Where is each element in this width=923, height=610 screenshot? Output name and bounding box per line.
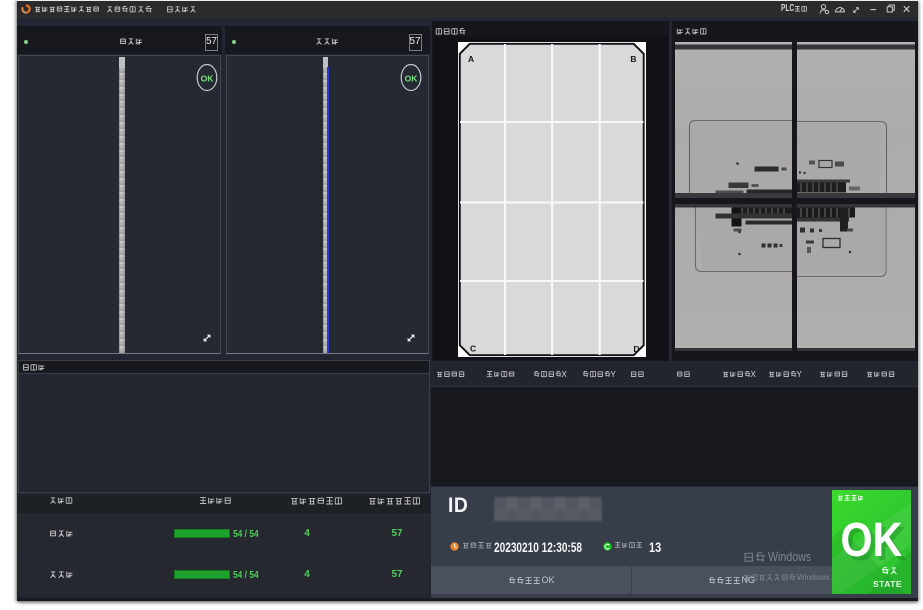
svg-text:OK: OK	[404, 74, 418, 84]
svg-text:C: C	[470, 344, 476, 354]
svg-text:OK: OK	[200, 74, 214, 84]
svg-text:B: B	[630, 54, 636, 64]
svg-text:A: A	[468, 54, 474, 64]
svg-text:D: D	[633, 344, 639, 354]
